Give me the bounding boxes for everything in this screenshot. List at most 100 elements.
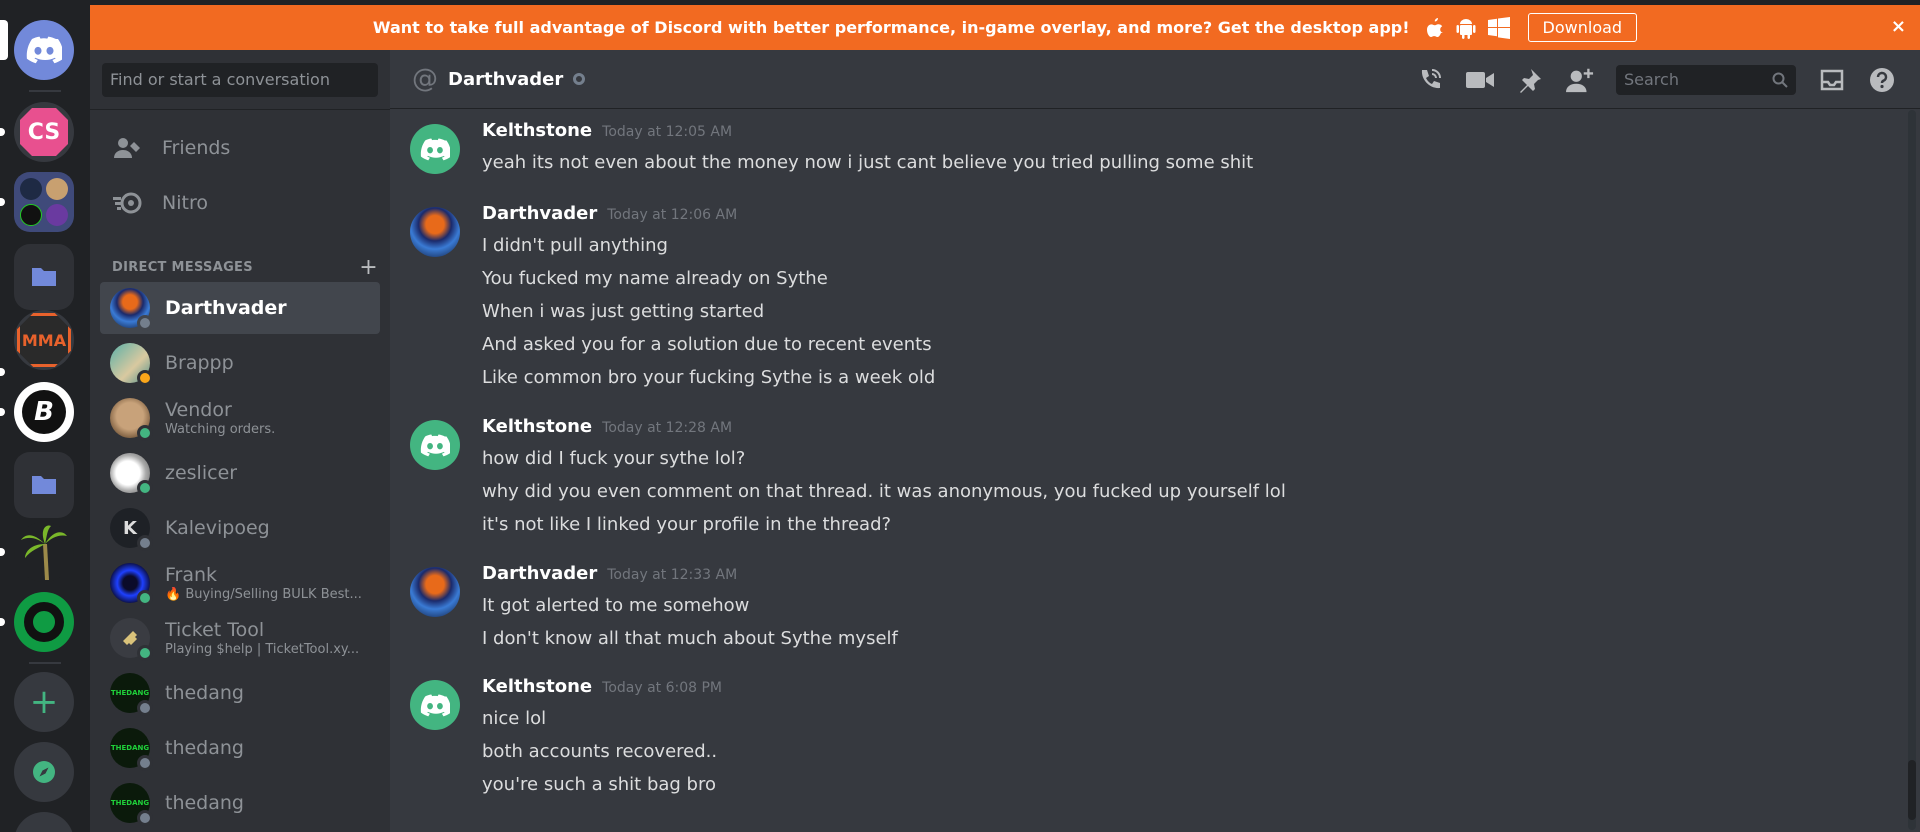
message-timestamp: Today at 6:08 PM — [602, 680, 723, 696]
message-text: yeah its not even about the money now i … — [482, 152, 1254, 173]
sidebar-item-nitro[interactable]: Nitro — [100, 178, 380, 228]
scrollbar-thumb[interactable] — [1908, 760, 1916, 820]
status-indicator — [137, 590, 153, 606]
pinned-messages-button[interactable] — [1516, 66, 1544, 94]
start-video-call-button[interactable] — [1466, 66, 1494, 94]
plus-icon: + — [29, 682, 59, 722]
dm-item-ticket-tool[interactable]: Ticket Tool Playing $help | TicketTool.x… — [100, 612, 380, 664]
folder-icon — [32, 476, 56, 494]
status-indicator — [137, 810, 153, 826]
mma-server-logo: MMA — [17, 313, 71, 367]
unread-dot — [0, 128, 5, 136]
server-palm[interactable] — [14, 522, 74, 582]
b-server-logo: B — [22, 390, 66, 434]
folder-icon — [32, 268, 56, 286]
os-icons — [1426, 16, 1510, 39]
nitro-icon — [108, 183, 148, 223]
ring-icon — [24, 602, 64, 642]
dm-activity: Playing $help | TicketTool.xy... — [165, 642, 360, 657]
discord-logo-icon — [26, 36, 62, 64]
message-text: Like common bro your fucking Sythe is a … — [482, 367, 936, 388]
add-friends-to-dm-button[interactable] — [1566, 66, 1594, 94]
status-indicator — [137, 535, 153, 551]
server-b[interactable]: B — [14, 382, 74, 442]
create-dm-button[interactable]: + — [359, 255, 378, 280]
selected-indicator — [0, 20, 8, 60]
server-cs[interactable]: CS — [14, 102, 74, 162]
desktop-app-banner: Want to take full advantage of Discord w… — [90, 5, 1920, 50]
sidebar-item-label: Friends — [162, 137, 231, 159]
message-list: Kelthstone Today at 12:05 AM yeah its not… — [390, 110, 1920, 832]
pin-icon — [1520, 68, 1541, 93]
help-icon — [1870, 67, 1894, 92]
dm-item-frank[interactable]: Frank 🔥 Buying/Selling BULK Best... — [100, 557, 380, 609]
help-button[interactable] — [1868, 66, 1896, 94]
message-text: both accounts recovered.. — [482, 741, 718, 762]
add-server-button[interactable]: + — [14, 672, 74, 732]
message-timestamp: Today at 12:06 AM — [607, 207, 738, 223]
folder-1-button[interactable] — [14, 244, 74, 310]
server-mma[interactable]: MMA — [14, 310, 74, 370]
message-author[interactable]: Kelthstone — [482, 120, 592, 141]
dm-item-darthvader[interactable]: Darthvader — [100, 282, 380, 334]
folder-2-button[interactable] — [14, 452, 74, 518]
dm-activity: 🔥 Buying/Selling BULK Best... — [165, 587, 362, 602]
home-button[interactable] — [14, 20, 74, 80]
dm-item-thedang-2[interactable]: THEDANG thedang — [100, 722, 380, 774]
dm-item-vendor[interactable]: Vendor Watching orders. — [100, 392, 380, 444]
at-icon: @ — [412, 64, 438, 94]
avatar[interactable] — [410, 207, 460, 257]
dm-name: Brappp — [165, 352, 234, 374]
unread-dot — [0, 548, 5, 556]
status-indicator — [137, 480, 153, 496]
message-author[interactable]: Kelthstone — [482, 676, 592, 697]
message-scrollbar[interactable] — [1908, 110, 1916, 830]
dm-item-thedang-3[interactable]: THEDANG thedang — [100, 777, 380, 829]
download-apps-button[interactable] — [14, 812, 74, 832]
sidebar-item-label: Nitro — [162, 192, 208, 214]
avatar[interactable] — [410, 124, 460, 174]
avatar: THEDANG — [110, 673, 153, 716]
close-banner-button[interactable]: × — [1891, 16, 1906, 37]
explore-servers-button[interactable] — [14, 742, 74, 802]
dm-activity: Watching orders. — [165, 422, 276, 437]
message-text: you're such a shit bag bro — [482, 774, 716, 795]
avatar[interactable] — [410, 420, 460, 470]
dm-name: thedang — [165, 792, 244, 814]
download-button[interactable]: Download — [1527, 13, 1638, 42]
message-text: When i was just getting started — [482, 301, 765, 322]
dm-name: thedang — [165, 682, 244, 704]
message-search-input[interactable]: Search — [1616, 64, 1796, 95]
server-folder-grid[interactable] — [14, 172, 74, 232]
avatar[interactable] — [410, 567, 460, 617]
avatar[interactable] — [410, 680, 460, 730]
chat-header: @ Darthvader Search — [390, 50, 1920, 109]
server-rail: CS MMA B + — [0, 0, 90, 832]
message-author[interactable]: Kelthstone — [482, 416, 592, 437]
start-voice-call-button[interactable] — [1416, 66, 1444, 94]
dm-item-brappp[interactable]: Brappp — [100, 337, 380, 389]
dm-name: Darthvader — [165, 297, 287, 319]
status-indicator — [137, 315, 153, 331]
status-indicator — [137, 425, 153, 441]
message-author[interactable]: Darthvader — [482, 563, 597, 584]
avatar: THEDANG — [110, 783, 153, 826]
message-author[interactable]: Darthvader — [482, 203, 597, 224]
dm-item-thedang-1[interactable]: THEDANG thedang — [100, 667, 380, 719]
ticket-icon — [123, 631, 137, 645]
message-text: It got alerted to me somehow — [482, 595, 750, 616]
server-grid-icon — [20, 178, 68, 226]
inbox-button[interactable] — [1818, 66, 1846, 94]
sidebar-item-friends[interactable]: Friends — [100, 123, 380, 173]
find-conversation-input[interactable]: Find or start a conversation — [102, 63, 378, 97]
dm-item-kalevipoeg[interactable]: K Kalevipoeg — [100, 502, 380, 554]
unread-dot — [0, 618, 5, 626]
server-green-ring[interactable] — [14, 592, 74, 652]
windows-icon — [1487, 16, 1510, 39]
compass-icon — [33, 761, 55, 783]
status-indicator — [137, 755, 153, 771]
status-indicator — [573, 73, 586, 85]
video-icon — [1466, 71, 1494, 88]
dm-item-zeslicer[interactable]: zeslicer — [100, 447, 380, 499]
avatar — [110, 618, 153, 661]
